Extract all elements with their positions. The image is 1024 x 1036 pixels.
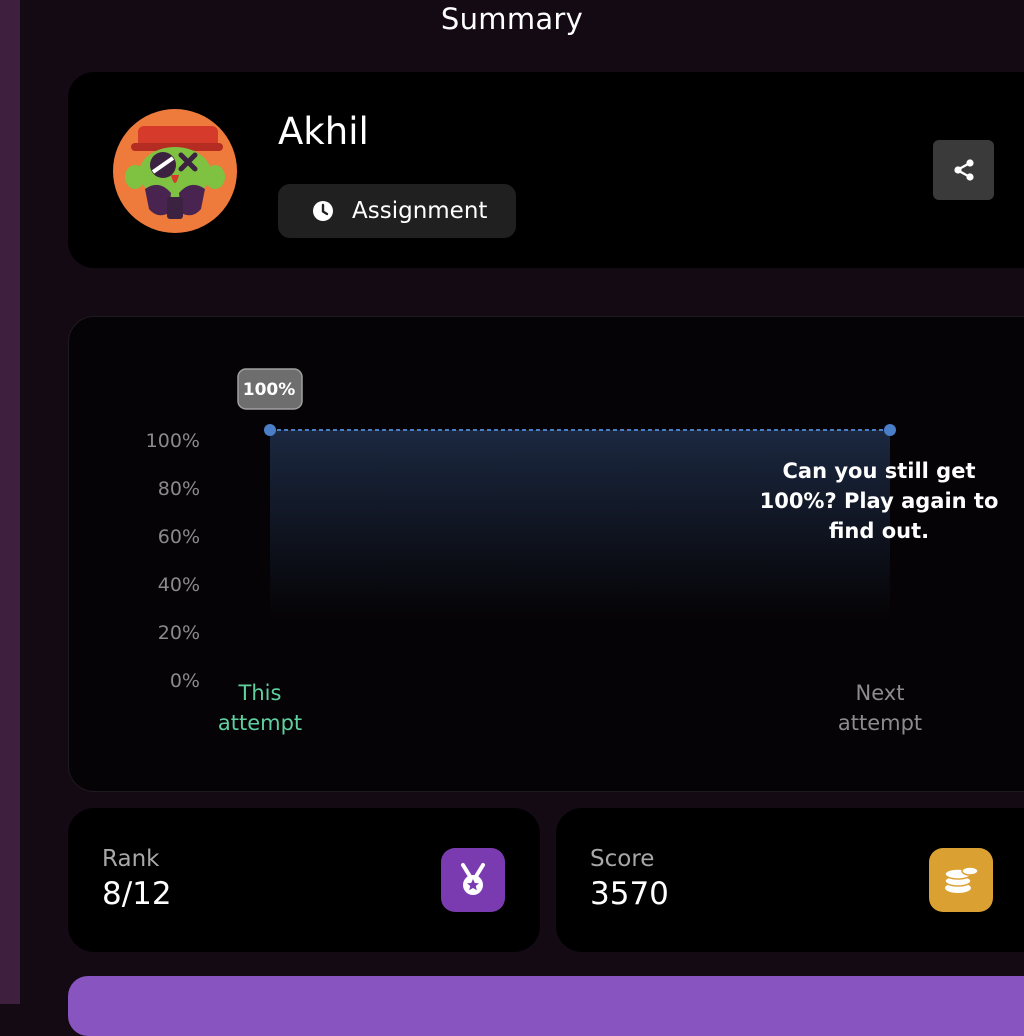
coins-icon <box>929 848 993 912</box>
y-tick-label: 80% <box>158 478 200 500</box>
rank-value: 8/12 <box>102 876 172 912</box>
y-tick-label: 0% <box>170 670 200 692</box>
chart-point-this-attempt <box>264 424 276 436</box>
y-tick-label: 20% <box>158 622 200 644</box>
rank-label: Rank <box>102 846 160 872</box>
y-tick-label: 40% <box>158 574 200 596</box>
accuracy-chart: 0% 20% 40% 60% 80% 100% 100% This attempt Next a… <box>146 368 922 735</box>
medal-icon <box>441 848 505 912</box>
x-label-next-attempt: Next attempt <box>838 681 922 735</box>
rank-card: Rank 8/12 <box>68 808 540 952</box>
bottom-action-bar[interactable] <box>68 976 1024 1036</box>
chart-value-tag: 100% <box>237 368 303 410</box>
x-label-this-attempt: This attempt <box>218 681 302 735</box>
score-label: Score <box>590 846 655 872</box>
chart-value-label: 100% <box>243 380 296 400</box>
y-tick-label: 100% <box>146 430 200 452</box>
score-value: 3570 <box>590 876 669 912</box>
score-card: Score 3570 <box>556 808 1024 952</box>
chart-message: Can you still get 100%? Play again to fi… <box>759 459 999 543</box>
chart-point-next-attempt <box>884 424 896 436</box>
y-tick-label: 60% <box>158 526 200 548</box>
